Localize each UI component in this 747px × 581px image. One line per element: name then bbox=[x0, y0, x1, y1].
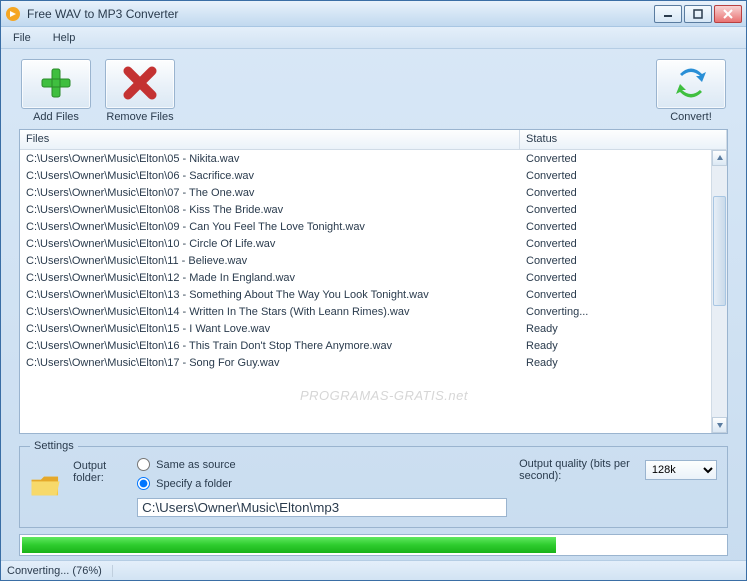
file-cell: C:\Users\Owner\Music\Elton\15 - I Want L… bbox=[20, 322, 520, 336]
specify-folder-radio[interactable] bbox=[137, 477, 150, 490]
scroll-track[interactable] bbox=[712, 166, 727, 417]
file-cell: C:\Users\Owner\Music\Elton\11 - Believe.… bbox=[20, 254, 520, 268]
status-cell: Converted bbox=[520, 203, 711, 217]
same-as-source-option[interactable]: Same as source bbox=[137, 458, 507, 471]
file-cell: C:\Users\Owner\Music\Elton\16 - This Tra… bbox=[20, 339, 520, 353]
plus-icon bbox=[38, 65, 74, 104]
status-cell: Ready bbox=[520, 339, 711, 353]
file-cell: C:\Users\Owner\Music\Elton\05 - Nikita.w… bbox=[20, 152, 520, 166]
file-cell: C:\Users\Owner\Music\Elton\08 - Kiss The… bbox=[20, 203, 520, 217]
remove-files-label: Remove Files bbox=[106, 111, 173, 123]
header-status[interactable]: Status bbox=[520, 130, 727, 149]
add-files-label: Add Files bbox=[33, 111, 79, 123]
table-row[interactable]: C:\Users\Owner\Music\Elton\05 - Nikita.w… bbox=[20, 150, 711, 167]
status-cell: Converted bbox=[520, 288, 711, 302]
specify-folder-option[interactable]: Specify a folder bbox=[137, 477, 507, 490]
minimize-button[interactable] bbox=[654, 5, 682, 23]
file-cell: C:\Users\Owner\Music\Elton\13 - Somethin… bbox=[20, 288, 520, 302]
list-header: Files Status bbox=[20, 130, 727, 150]
specify-folder-label: Specify a folder bbox=[156, 478, 232, 490]
output-folder-label: Output folder: bbox=[73, 460, 125, 484]
output-quality-label: Output quality (bits per second): bbox=[519, 458, 639, 482]
file-cell: C:\Users\Owner\Music\Elton\09 - Can You … bbox=[20, 220, 520, 234]
file-cell: C:\Users\Owner\Music\Elton\12 - Made In … bbox=[20, 271, 520, 285]
table-row[interactable]: C:\Users\Owner\Music\Elton\17 - Song For… bbox=[20, 354, 711, 371]
header-files[interactable]: Files bbox=[20, 130, 520, 149]
menubar: File Help bbox=[1, 27, 746, 49]
app-icon bbox=[5, 6, 21, 22]
scroll-up-button[interactable] bbox=[712, 150, 727, 166]
toolbar: Add Files Remove Files Convert! bbox=[19, 59, 728, 123]
table-row[interactable]: C:\Users\Owner\Music\Elton\06 - Sacrific… bbox=[20, 167, 711, 184]
convert-icon bbox=[672, 64, 710, 105]
status-cell: Converted bbox=[520, 220, 711, 234]
file-cell: C:\Users\Owner\Music\Elton\10 - Circle O… bbox=[20, 237, 520, 251]
progress-fill bbox=[22, 537, 556, 553]
table-row[interactable]: C:\Users\Owner\Music\Elton\12 - Made In … bbox=[20, 269, 711, 286]
folder-path-input[interactable] bbox=[137, 498, 507, 517]
table-row[interactable]: C:\Users\Owner\Music\Elton\09 - Can You … bbox=[20, 218, 711, 235]
status-cell: Converted bbox=[520, 186, 711, 200]
table-row[interactable]: C:\Users\Owner\Music\Elton\14 - Written … bbox=[20, 303, 711, 320]
status-cell: Converted bbox=[520, 169, 711, 183]
table-row[interactable]: C:\Users\Owner\Music\Elton\10 - Circle O… bbox=[20, 235, 711, 252]
convert-button[interactable] bbox=[656, 59, 726, 109]
table-row[interactable]: C:\Users\Owner\Music\Elton\15 - I Want L… bbox=[20, 320, 711, 337]
file-cell: C:\Users\Owner\Music\Elton\06 - Sacrific… bbox=[20, 169, 520, 183]
folder-icon bbox=[30, 472, 61, 508]
file-cell: C:\Users\Owner\Music\Elton\14 - Written … bbox=[20, 305, 520, 319]
scroll-down-button[interactable] bbox=[712, 417, 727, 433]
menu-file[interactable]: File bbox=[9, 30, 35, 46]
status-cell: Ready bbox=[520, 356, 711, 370]
remove-files-button[interactable] bbox=[105, 59, 175, 109]
x-icon bbox=[122, 65, 158, 104]
statusbar: Converting... (76%) bbox=[1, 560, 746, 580]
window-title: Free WAV to MP3 Converter bbox=[27, 7, 654, 21]
close-button[interactable] bbox=[714, 5, 742, 23]
scrollbar[interactable] bbox=[711, 150, 727, 433]
settings-legend: Settings bbox=[30, 440, 78, 452]
file-cell: C:\Users\Owner\Music\Elton\17 - Song For… bbox=[20, 356, 520, 370]
titlebar[interactable]: Free WAV to MP3 Converter bbox=[1, 1, 746, 27]
status-cell: Converted bbox=[520, 152, 711, 166]
convert-button-group: Convert! bbox=[654, 59, 728, 123]
remove-files-button-group: Remove Files bbox=[103, 59, 177, 123]
maximize-button[interactable] bbox=[684, 5, 712, 23]
add-files-button[interactable] bbox=[21, 59, 91, 109]
status-cell: Converting... bbox=[520, 305, 711, 319]
add-files-button-group: Add Files bbox=[19, 59, 93, 123]
status-cell: Converted bbox=[520, 254, 711, 268]
status-cell: Ready bbox=[520, 322, 711, 336]
table-row[interactable]: C:\Users\Owner\Music\Elton\11 - Believe.… bbox=[20, 252, 711, 269]
same-as-source-label: Same as source bbox=[156, 459, 235, 471]
app-window: Free WAV to MP3 Converter File Help Add … bbox=[0, 0, 747, 581]
status-text: Converting... (76%) bbox=[7, 565, 113, 577]
table-row[interactable]: C:\Users\Owner\Music\Elton\07 - The One.… bbox=[20, 184, 711, 201]
status-cell: Converted bbox=[520, 271, 711, 285]
table-row[interactable]: C:\Users\Owner\Music\Elton\08 - Kiss The… bbox=[20, 201, 711, 218]
file-list: Files Status C:\Users\Owner\Music\Elton\… bbox=[19, 129, 728, 434]
same-as-source-radio[interactable] bbox=[137, 458, 150, 471]
menu-help[interactable]: Help bbox=[49, 30, 80, 46]
quality-select[interactable]: 128k bbox=[645, 460, 717, 480]
status-cell: Converted bbox=[520, 237, 711, 251]
table-row[interactable]: C:\Users\Owner\Music\Elton\13 - Somethin… bbox=[20, 286, 711, 303]
progress-bar bbox=[19, 534, 728, 556]
convert-label: Convert! bbox=[670, 111, 712, 123]
scroll-thumb[interactable] bbox=[713, 196, 726, 306]
settings-group: Settings Output folder: Same as source S… bbox=[19, 440, 728, 528]
table-row[interactable]: C:\Users\Owner\Music\Elton\16 - This Tra… bbox=[20, 337, 711, 354]
file-cell: C:\Users\Owner\Music\Elton\07 - The One.… bbox=[20, 186, 520, 200]
